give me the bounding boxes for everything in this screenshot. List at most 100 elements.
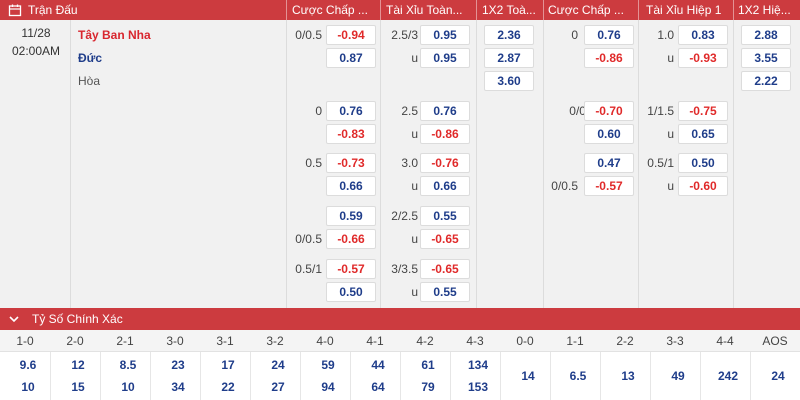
score-odds-home[interactable]: 59 <box>303 357 353 373</box>
h1-r1-ou-over[interactable]: 0.83 <box>678 25 728 45</box>
header-ft-over-under[interactable]: Tài Xỉu Toàn... <box>386 0 474 20</box>
score-head: 3-3 <box>666 334 684 348</box>
ft-r3-ou-over[interactable]: -0.76 <box>420 153 470 173</box>
h1-1x2-away[interactable]: 3.55 <box>741 48 791 68</box>
score-odds-aos[interactable]: 24 <box>753 368 800 384</box>
ft-r1-ou-over[interactable]: 0.95 <box>420 25 470 45</box>
ft-r2-ou-u: u <box>411 127 418 141</box>
chevron-down-icon[interactable] <box>8 314 20 324</box>
h1-r1-ou-under[interactable]: -0.93 <box>678 48 728 68</box>
ft-r4-hcap-away[interactable]: -0.66 <box>326 229 376 249</box>
ft-r5-ou-under[interactable]: 0.55 <box>420 282 470 302</box>
h1-r1-ou-u: u <box>667 51 674 65</box>
header-ft-handicap[interactable]: Cược Chấp ... <box>292 0 378 20</box>
score-odds-home[interactable]: 12 <box>53 357 103 373</box>
ft-1x2-away[interactable]: 2.87 <box>484 48 534 68</box>
score-odds-home[interactable]: 134 <box>453 357 503 373</box>
score-head: 0-0 <box>516 334 534 348</box>
score-head: 3-1 <box>216 334 234 348</box>
score-head: 4-2 <box>416 334 434 348</box>
ft-r3-hcap-home[interactable]: -0.73 <box>326 153 376 173</box>
score-odds-home[interactable]: 23 <box>153 357 203 373</box>
score-odds-away[interactable]: 64 <box>353 379 403 395</box>
ft-r1-hcap-line: 0/0.5 <box>295 28 322 42</box>
ft-r3-hcap-line: 0.5 <box>305 156 322 170</box>
ft-r5-hcap-away[interactable]: 0.50 <box>326 282 376 302</box>
score-odds-away[interactable]: 10 <box>3 379 53 395</box>
score-odds-home[interactable]: 17 <box>203 357 253 373</box>
ft-r5-hcap-line: 0.5/1 <box>295 262 322 276</box>
ft-r4-ou-under[interactable]: -0.65 <box>420 229 470 249</box>
ft-r1-ou-line: 2.5/3 <box>391 28 418 42</box>
h1-r2-ou-over[interactable]: -0.75 <box>678 101 728 121</box>
score-odds-home[interactable]: 61 <box>403 357 453 373</box>
header-h1-handicap[interactable]: Cược Chấp ... <box>548 0 634 20</box>
score-odds-draw[interactable]: 13 <box>603 368 653 384</box>
correct-score-title: Tỷ Số Chính Xác <box>32 312 123 326</box>
score-odds-away[interactable]: 79 <box>403 379 453 395</box>
header-h1-over-under[interactable]: Tài Xỉu Hiệp 1 <box>646 0 730 20</box>
score-head: 1-0 <box>16 334 34 348</box>
ft-r5-ou-line: 3/3.5 <box>391 262 418 276</box>
score-odds-draw[interactable]: 242 <box>703 368 753 384</box>
h1-r2-hcap-away[interactable]: 0.60 <box>584 124 634 144</box>
h1-r2-ou-u: u <box>667 127 674 141</box>
header-h1-1x2[interactable]: 1X2 Hiệ... <box>738 0 800 20</box>
score-head: 2-1 <box>116 334 134 348</box>
h1-r3-ou-u: u <box>667 179 674 193</box>
correct-score-values: 9.6 12 8.5 23 17 24 59 44 61 134 10 15 1… <box>0 352 800 400</box>
ft-r3-hcap-away[interactable]: 0.66 <box>326 176 376 196</box>
ft-r1-ou-under[interactable]: 0.95 <box>420 48 470 68</box>
h1-r1-hcap-line: 0 <box>571 28 578 42</box>
home-team: Tây Ban Nha <box>78 28 151 42</box>
ft-r1-hcap-home[interactable]: -0.94 <box>326 25 376 45</box>
correct-score-header[interactable]: Tỷ Số Chính Xác <box>0 308 800 330</box>
score-odds-home[interactable]: 9.6 <box>3 357 53 373</box>
ft-1x2-home[interactable]: 2.36 <box>484 25 534 45</box>
score-head: 3-2 <box>266 334 284 348</box>
score-odds-away[interactable]: 34 <box>153 379 203 395</box>
ft-r5-ou-over[interactable]: -0.65 <box>420 259 470 279</box>
score-head: AOS <box>762 334 788 348</box>
ft-r4-hcap-home[interactable]: 0.59 <box>326 206 376 226</box>
h1-r3-hcap-away[interactable]: -0.57 <box>584 176 634 196</box>
score-odds-away[interactable]: 22 <box>203 379 253 395</box>
ft-r3-ou-u: u <box>411 179 418 193</box>
ft-r4-ou-over[interactable]: 0.55 <box>420 206 470 226</box>
h1-r3-ou-under[interactable]: -0.60 <box>678 176 728 196</box>
match-time: 02:00AM <box>11 44 61 58</box>
ft-r2-ou-over[interactable]: 0.76 <box>420 101 470 121</box>
score-odds-home[interactable]: 44 <box>353 357 403 373</box>
score-odds-away[interactable]: 94 <box>303 379 353 395</box>
score-odds-draw[interactable]: 6.5 <box>553 368 603 384</box>
score-odds-home[interactable]: 24 <box>253 357 303 373</box>
h1-r1-hcap-away[interactable]: -0.86 <box>584 48 634 68</box>
ft-1x2-draw[interactable]: 3.60 <box>484 71 534 91</box>
ft-r2-ou-under[interactable]: -0.86 <box>420 124 470 144</box>
h1-r3-ou-over[interactable]: 0.50 <box>678 153 728 173</box>
h1-r2-hcap-home[interactable]: -0.70 <box>584 101 634 121</box>
score-odds-draw[interactable]: 14 <box>503 368 553 384</box>
score-odds-draw[interactable]: 49 <box>653 368 703 384</box>
score-odds-away[interactable]: 15 <box>53 379 103 395</box>
h1-r1-hcap-home[interactable]: 0.76 <box>584 25 634 45</box>
h1-r3-hcap-home[interactable]: 0.47 <box>584 153 634 173</box>
score-odds-away[interactable]: 27 <box>253 379 303 395</box>
ft-r5-hcap-home[interactable]: -0.57 <box>326 259 376 279</box>
ft-r3-ou-line: 3.0 <box>401 156 418 170</box>
h1-r1-ou-line: 1.0 <box>657 28 674 42</box>
h1-r2-ou-under[interactable]: 0.65 <box>678 124 728 144</box>
h1-1x2-draw[interactable]: 2.22 <box>741 71 791 91</box>
ft-r1-hcap-away[interactable]: 0.87 <box>326 48 376 68</box>
score-odds-away[interactable]: 153 <box>453 379 503 395</box>
score-head: 4-3 <box>466 334 484 348</box>
h1-r3-ou-line: 0.5/1 <box>647 156 674 170</box>
header-ft-1x2[interactable]: 1X2 Toà... <box>482 0 542 20</box>
h1-1x2-home[interactable]: 2.88 <box>741 25 791 45</box>
score-odds-home[interactable]: 8.5 <box>103 357 153 373</box>
score-odds-away[interactable]: 10 <box>103 379 153 395</box>
ft-r4-hcap-line: 0/0.5 <box>295 232 322 246</box>
ft-r3-ou-under[interactable]: 0.66 <box>420 176 470 196</box>
ft-r2-hcap-away[interactable]: -0.83 <box>326 124 376 144</box>
ft-r2-hcap-home[interactable]: 0.76 <box>326 101 376 121</box>
